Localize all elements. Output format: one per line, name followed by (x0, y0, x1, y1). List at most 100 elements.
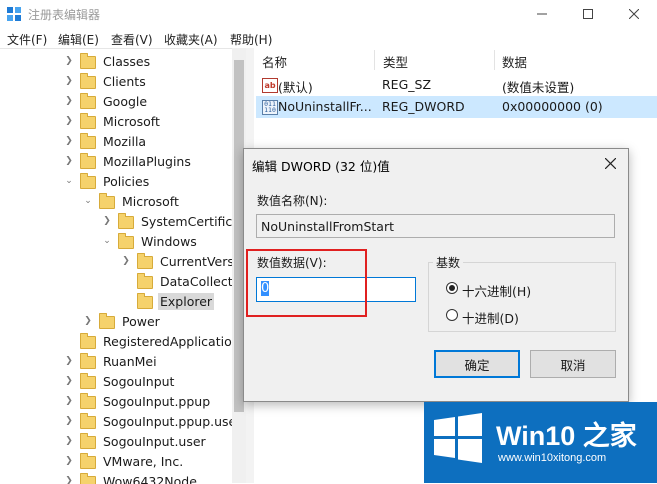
binary-value-icon: 011 110 (262, 100, 278, 115)
tree-item[interactable]: DataCollectio (137, 271, 246, 291)
close-window-button[interactable] (611, 0, 657, 28)
tree-item[interactable]: ❯SogouInput.user (64, 431, 208, 451)
chevron-right-icon[interactable]: ❯ (64, 436, 74, 446)
chevron-right-icon[interactable]: ❯ (64, 356, 74, 366)
tree-item[interactable]: ❯ SogouInput.ppup (64, 391, 212, 411)
row-type: REG_DWORD (382, 99, 465, 114)
menu-file[interactable]: 文件(F) (7, 31, 47, 48)
chevron-right-icon[interactable]: ❯ (64, 116, 74, 126)
minimize-button[interactable] (519, 0, 565, 28)
tree-item-label: SogouInput.ppup (101, 393, 212, 410)
chevron-down-icon[interactable]: ⌄ (102, 236, 112, 246)
tree-item[interactable]: ⌄ Microsoft (83, 191, 181, 211)
registry-tree[interactable]: ❯Classes ❯Clients ❯Google ❯ Microsoft ❯Mo… (0, 48, 246, 484)
tree-item-label: Policies (101, 173, 151, 190)
close-icon (605, 158, 616, 169)
row-type: REG_SZ (382, 77, 431, 92)
folder-icon (80, 356, 96, 369)
chevron-right-icon[interactable]: ❯ (64, 376, 74, 386)
list-row-selected[interactable]: 011 110 NoUninstallFr... REG_DWORD 0x000… (256, 96, 657, 118)
row-data: (数值未设置) (502, 77, 574, 96)
tree-item[interactable]: ❯ SogouInput (64, 371, 176, 391)
tree-item-label: Microsoft (120, 193, 181, 210)
tree-item[interactable]: ❯Wow6432Node (64, 471, 199, 484)
tree-item[interactable]: ❯SogouInput.ppup.user (64, 411, 243, 431)
watermark-url: www.win10xitong.com (498, 452, 606, 464)
folder-icon (80, 96, 96, 109)
tree-item[interactable]: ❯Classes (64, 51, 152, 71)
tree-item[interactable]: ❯Google (64, 91, 149, 111)
base-group-label: 基数 (433, 254, 463, 271)
chevron-right-icon[interactable]: ❯ (64, 156, 74, 166)
chevron-right-icon[interactable]: ❯ (64, 396, 74, 406)
tree-item[interactable]: ❯Mozilla (64, 131, 148, 151)
tree-item-label: SogouInput (101, 373, 176, 390)
value-name-label: 数值名称(N): (257, 192, 327, 209)
hex-radio[interactable] (446, 282, 458, 294)
row-name: (默认) (278, 77, 313, 96)
tree-item-label: RegisteredApplications (101, 333, 246, 350)
ok-button[interactable]: 确定 (434, 350, 520, 378)
column-divider[interactable] (374, 50, 375, 70)
folder-icon (80, 416, 96, 429)
dialog-close-button[interactable] (598, 152, 622, 174)
decimal-radio[interactable] (446, 309, 458, 321)
chevron-down-icon[interactable]: ⌄ (64, 176, 74, 186)
tree-item[interactable]: ⌄ Policies (64, 171, 151, 191)
folder-icon (80, 136, 96, 149)
folder-icon (80, 76, 96, 89)
hex-radio-label[interactable]: 十六进制(H) (462, 281, 531, 300)
column-header-name[interactable]: 名称 (262, 52, 287, 71)
chevron-right-icon[interactable]: ❯ (64, 56, 74, 66)
tree-item[interactable]: ❯CurrentVersi (121, 251, 239, 271)
tree-item[interactable]: ❯RuanMei (64, 351, 159, 371)
folder-icon (80, 176, 96, 189)
chevron-down-icon[interactable]: ⌄ (83, 196, 93, 206)
windows-logo-icon (432, 412, 484, 464)
close-icon (629, 9, 639, 19)
chevron-right-icon[interactable]: ❯ (102, 216, 112, 226)
minimize-icon (537, 9, 547, 19)
chevron-right-icon[interactable]: ❯ (83, 316, 93, 326)
chevron-right-icon[interactable]: ❯ (64, 96, 74, 106)
tree-item-label: Wow6432Node (101, 473, 199, 484)
tree-item[interactable]: ⌄Windows (102, 231, 199, 251)
folder-icon (80, 336, 96, 349)
tree-item[interactable]: ❯Clients (64, 71, 148, 91)
chevron-right-icon[interactable]: ❯ (121, 256, 131, 266)
column-header-type[interactable]: 类型 (383, 52, 408, 71)
tree-item[interactable]: ❯MozillaPlugins (64, 151, 193, 171)
folder-icon (80, 116, 96, 129)
folder-icon (118, 236, 134, 249)
folder-icon (137, 296, 153, 309)
folder-icon (137, 256, 153, 269)
tree-item[interactable]: ❯Power (83, 311, 162, 331)
menu-edit[interactable]: 编辑(E) (58, 31, 99, 48)
chevron-right-icon[interactable]: ❯ (64, 456, 74, 466)
maximize-icon (583, 9, 593, 19)
tree-item[interactable]: ❯SystemCertificat (102, 211, 246, 231)
menu-favorites[interactable]: 收藏夹(A) (164, 31, 218, 48)
watermark-brand: Win10 之家 (496, 414, 637, 453)
menu-view[interactable]: 查看(V) (111, 31, 153, 48)
window-title: 注册表编辑器 (28, 6, 100, 23)
tree-item-label: Microsoft (101, 113, 162, 130)
column-divider[interactable] (494, 50, 495, 70)
menu-help[interactable]: 帮助(H) (230, 31, 272, 48)
list-row[interactable]: ab (默认) REG_SZ (数值未设置) (256, 74, 657, 96)
chevron-right-icon[interactable]: ❯ (64, 416, 74, 426)
chevron-right-icon[interactable]: ❯ (64, 136, 74, 146)
dialog-title: 编辑 DWORD (32 位)值 (252, 156, 390, 175)
chevron-right-icon[interactable]: ❯ (64, 76, 74, 86)
value-name-field: NoUninstallFromStart (256, 214, 615, 238)
tree-item-selected[interactable]: Explorer (137, 291, 214, 311)
tree-item[interactable]: RegisteredApplications (80, 331, 246, 351)
decimal-radio-label[interactable]: 十进制(D) (462, 308, 519, 327)
tree-item-label: Explorer (158, 293, 214, 310)
cancel-button[interactable]: 取消 (530, 350, 616, 378)
maximize-button[interactable] (565, 0, 611, 28)
folder-icon (137, 276, 153, 289)
tree-item[interactable]: ❯ Microsoft (64, 111, 162, 131)
tree-item[interactable]: ❯VMware, Inc. (64, 451, 185, 471)
column-header-data[interactable]: 数据 (502, 52, 527, 71)
